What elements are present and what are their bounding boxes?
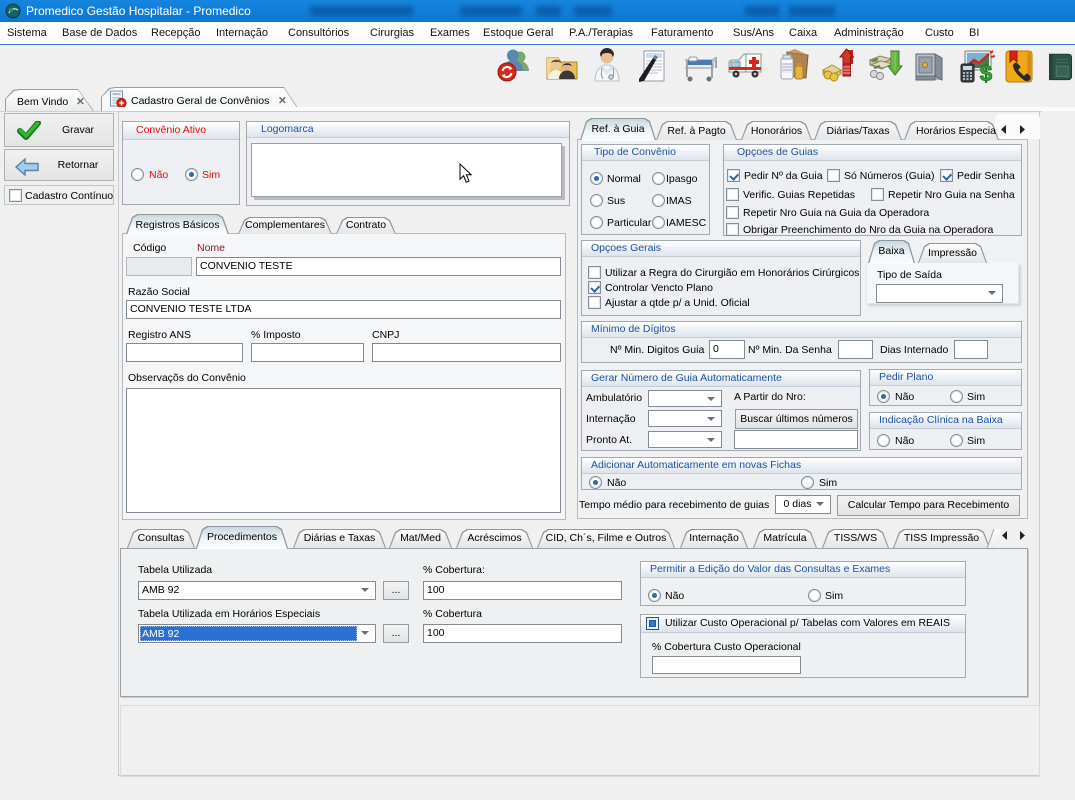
svg-text:$: $: [980, 61, 992, 85]
